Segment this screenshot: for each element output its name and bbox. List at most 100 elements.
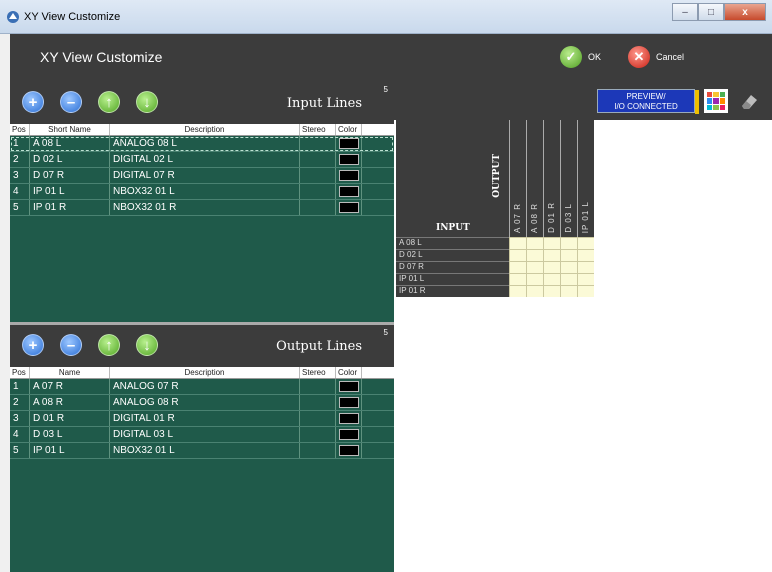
move-input-down-button[interactable]: ↓ — [136, 91, 158, 113]
row-color[interactable] — [336, 200, 362, 215]
matrix-cell[interactable] — [543, 249, 560, 261]
color-palette-icon[interactable] — [704, 89, 728, 113]
matrix-cell[interactable] — [509, 249, 526, 261]
color-swatch[interactable] — [339, 186, 359, 197]
row-name[interactable]: D 07 R — [30, 168, 110, 183]
maximize-button[interactable]: □ — [698, 3, 724, 21]
table-row[interactable]: 2 D 02 L DIGITAL 02 L — [10, 152, 394, 168]
col-pos[interactable]: Pos — [10, 124, 30, 135]
row-stereo[interactable] — [300, 136, 336, 151]
col-description[interactable]: Description — [110, 367, 300, 378]
move-output-down-button[interactable]: ↓ — [136, 334, 158, 356]
row-color[interactable] — [336, 411, 362, 426]
row-stereo[interactable] — [300, 152, 336, 167]
close-button[interactable]: x — [724, 3, 766, 21]
row-stereo[interactable] — [300, 200, 336, 215]
row-name[interactable]: A 08 R — [30, 395, 110, 410]
color-swatch[interactable] — [339, 429, 359, 440]
row-color[interactable] — [336, 168, 362, 183]
matrix-cell[interactable] — [509, 261, 526, 273]
matrix-cell[interactable] — [577, 261, 594, 273]
row-description[interactable]: ANALOG 08 L — [110, 136, 300, 151]
row-description[interactable]: NBOX32 01 L — [110, 443, 300, 458]
row-color[interactable] — [336, 443, 362, 458]
row-stereo[interactable] — [300, 411, 336, 426]
row-stereo[interactable] — [300, 427, 336, 442]
move-input-up-button[interactable]: ↑ — [98, 91, 120, 113]
table-row[interactable]: 3 D 07 R DIGITAL 07 R — [10, 168, 394, 184]
row-description[interactable]: ANALOG 07 R — [110, 379, 300, 394]
matrix-cell[interactable] — [526, 249, 543, 261]
matrix-cell[interactable] — [543, 237, 560, 249]
matrix-cell[interactable] — [509, 237, 526, 249]
row-name[interactable]: D 03 L — [30, 427, 110, 442]
col-color[interactable]: Color — [336, 367, 362, 378]
col-stereo[interactable]: Stereo — [300, 124, 336, 135]
matrix-cell[interactable] — [560, 249, 577, 261]
row-stereo[interactable] — [300, 184, 336, 199]
table-row[interactable]: 2 A 08 R ANALOG 08 R — [10, 395, 394, 411]
color-swatch[interactable] — [339, 170, 359, 181]
color-swatch[interactable] — [339, 413, 359, 424]
color-swatch[interactable] — [339, 397, 359, 408]
matrix-cell[interactable] — [543, 273, 560, 285]
row-color[interactable] — [336, 152, 362, 167]
color-swatch[interactable] — [339, 445, 359, 456]
row-stereo[interactable] — [300, 395, 336, 410]
color-swatch[interactable] — [339, 202, 359, 213]
col-pos[interactable]: Pos — [10, 367, 30, 378]
row-color[interactable] — [336, 379, 362, 394]
matrix-cell[interactable] — [526, 261, 543, 273]
matrix-cell[interactable] — [526, 285, 543, 297]
row-stereo[interactable] — [300, 379, 336, 394]
color-swatch[interactable] — [339, 154, 359, 165]
matrix-cell[interactable] — [509, 273, 526, 285]
row-description[interactable]: DIGITAL 03 L — [110, 427, 300, 442]
matrix-cell[interactable] — [577, 249, 594, 261]
preview-io-connected-button[interactable]: PREVIEW/ I/O CONNECTED — [597, 89, 699, 114]
table-row[interactable]: 4 IP 01 L NBOX32 01 L — [10, 184, 394, 200]
matrix-cell[interactable] — [560, 237, 577, 249]
row-name[interactable]: IP 01 L — [30, 443, 110, 458]
matrix-cell[interactable] — [509, 285, 526, 297]
row-name[interactable]: D 02 L — [30, 152, 110, 167]
row-name[interactable]: A 07 R — [30, 379, 110, 394]
row-color[interactable] — [336, 184, 362, 199]
row-description[interactable]: ANALOG 08 R — [110, 395, 300, 410]
color-swatch[interactable] — [339, 381, 359, 392]
matrix-cell[interactable] — [543, 261, 560, 273]
row-stereo[interactable] — [300, 443, 336, 458]
add-output-button[interactable]: + — [22, 334, 44, 356]
remove-input-button[interactable]: – — [60, 91, 82, 113]
table-row[interactable]: 1 A 07 R ANALOG 07 R — [10, 379, 394, 395]
row-name[interactable]: A 08 L — [30, 136, 110, 151]
row-name[interactable]: IP 01 R — [30, 200, 110, 215]
minimize-button[interactable]: – — [672, 3, 698, 21]
row-name[interactable]: D 01 R — [30, 411, 110, 426]
table-row[interactable]: 1 A 08 L ANALOG 08 L — [10, 136, 394, 152]
row-description[interactable]: NBOX32 01 R — [110, 200, 300, 215]
color-swatch[interactable] — [339, 138, 359, 149]
row-description[interactable]: DIGITAL 02 L — [110, 152, 300, 167]
row-name[interactable]: IP 01 L — [30, 184, 110, 199]
col-short-name[interactable]: Short Name — [30, 124, 110, 135]
col-name[interactable]: Name — [30, 367, 110, 378]
eraser-icon[interactable] — [738, 90, 760, 112]
move-output-up-button[interactable]: ↑ — [98, 334, 120, 356]
table-row[interactable]: 4 D 03 L DIGITAL 03 L — [10, 427, 394, 443]
cancel-button[interactable]: ✕ Cancel — [628, 46, 684, 68]
row-stereo[interactable] — [300, 168, 336, 183]
row-description[interactable]: DIGITAL 07 R — [110, 168, 300, 183]
row-description[interactable]: NBOX32 01 L — [110, 184, 300, 199]
add-input-button[interactable]: + — [22, 91, 44, 113]
matrix-cell[interactable] — [526, 273, 543, 285]
matrix-cell[interactable] — [577, 237, 594, 249]
col-color[interactable]: Color — [336, 124, 362, 135]
row-description[interactable]: DIGITAL 01 R — [110, 411, 300, 426]
matrix-cell[interactable] — [560, 261, 577, 273]
matrix-cell[interactable] — [543, 285, 560, 297]
table-row[interactable]: 5 IP 01 L NBOX32 01 L — [10, 443, 394, 459]
matrix-cell[interactable] — [526, 237, 543, 249]
matrix-cell[interactable] — [560, 273, 577, 285]
table-row[interactable]: 3 D 01 R DIGITAL 01 R — [10, 411, 394, 427]
